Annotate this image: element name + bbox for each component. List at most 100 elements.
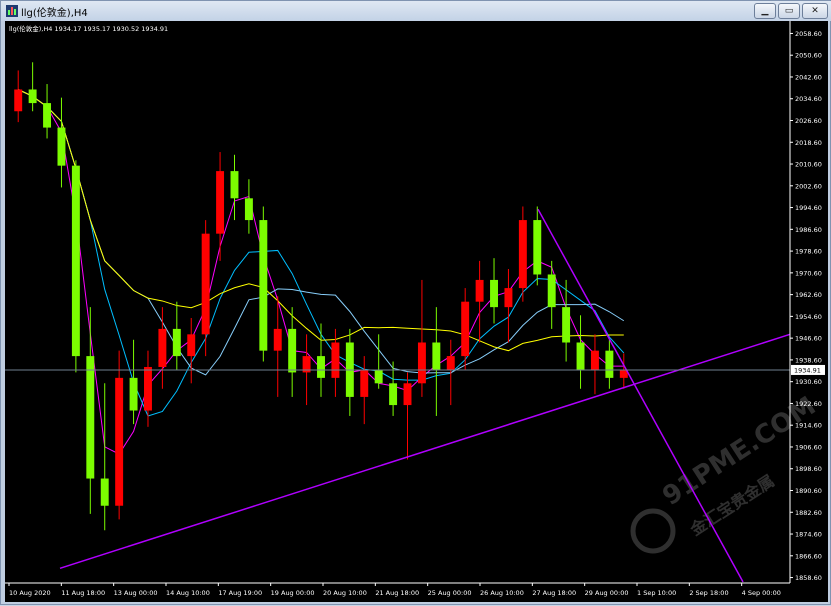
candle-body [432, 342, 441, 370]
candle-body [518, 220, 527, 289]
time-tick-label: 4 Sep 00:00 [742, 589, 781, 597]
time-tick-label: 14 Aug 10:00 [166, 589, 210, 597]
price-axis[interactable]: 2058.60 2050.60 2042.60 2034.60 2026.60 2018.… [789, 21, 822, 583]
candle-body [461, 301, 470, 357]
candle-body [331, 342, 340, 378]
price-tick-label: 1906.60 [795, 443, 822, 451]
price-tick-label: 1946.60 [795, 335, 822, 343]
candle-body [28, 89, 37, 104]
candle-body [605, 350, 614, 378]
time-tick-label: 13 Aug 00:00 [114, 589, 158, 597]
candle-body [273, 328, 282, 351]
time-tick-label: 10 Aug 2020 [9, 589, 51, 597]
price-tick-label: 2042.60 [795, 73, 822, 81]
ma-slow-line [17, 89, 624, 352]
price-tick-label: 1930.60 [795, 378, 822, 386]
price-tick-label: 2050.60 [795, 52, 822, 60]
title-bar[interactable]: llg(伦敦金),H4 ▁ ▭ ✕ [1, 1, 831, 21]
price-chart[interactable]: 91PME.COM 金汇宝贵金属 2058.60 2050.60 2042.60 20… [5, 21, 828, 602]
watermark: 91PME.COM 金汇宝贵金属 [630, 391, 821, 554]
candle-body [57, 127, 66, 166]
price-tick-label: 1978.60 [795, 248, 822, 256]
time-tick-label: 26 Aug 10:00 [480, 589, 524, 597]
candle-body [259, 220, 268, 351]
time-axis[interactable]: 10 Aug 2020 11 Aug 18:00 13 Aug 00:00 14 Au… [5, 582, 790, 597]
candle-body [475, 279, 484, 302]
candle-body [562, 307, 571, 343]
price-tick-label: 1914.60 [795, 422, 822, 430]
minimize-button[interactable]: ▁ [754, 3, 776, 19]
candle-body [446, 356, 455, 370]
candle-body [216, 171, 225, 234]
candle-body [317, 356, 325, 378]
trendlines[interactable] [59, 208, 791, 583]
price-tick-label: 1882.60 [795, 509, 822, 517]
price-tick-label: 1986.60 [795, 226, 822, 234]
price-tick-label: 1922.60 [795, 400, 822, 408]
candle-body [490, 279, 498, 308]
candle-body [201, 233, 210, 335]
watermark-logo-icon [630, 508, 676, 554]
candle-body [417, 342, 426, 384]
ma-fast-line [17, 89, 624, 455]
price-tick-label: 1962.60 [795, 291, 822, 299]
price-tick-label: 2010.60 [795, 161, 822, 169]
candle-body [504, 288, 513, 308]
window-title: llg(伦敦金),H4 [21, 8, 88, 19]
candle-body [172, 328, 181, 357]
candle-body [187, 334, 196, 357]
candle-body [129, 377, 138, 411]
moving-averages [17, 89, 625, 455]
price-tick-label: 1874.60 [795, 531, 822, 539]
time-tick-label: 1 Sep 10:00 [637, 589, 676, 597]
time-tick-label: 11 Aug 18:00 [61, 589, 105, 597]
time-tick-label: 20 Aug 10:00 [323, 589, 367, 597]
chart-window-icon [6, 5, 18, 17]
candle-body [244, 198, 253, 221]
candle-body [590, 350, 599, 370]
price-tick-label: 2018.60 [795, 139, 822, 147]
price-tick-label: 1970.60 [795, 269, 822, 277]
candle-body [144, 366, 152, 411]
price-tick-label: 1890.60 [795, 487, 822, 495]
symbol-info-line: llg(伦敦金),H4 1934.17 1935.17 1930.52 1934… [9, 24, 168, 33]
time-tick-label: 19 Aug 00:00 [271, 589, 315, 597]
time-tick-label: 2 Sep 18:00 [689, 589, 728, 597]
candle-body [374, 369, 383, 384]
restore-button[interactable]: ▭ [778, 3, 800, 19]
price-tick-label: 2026.60 [795, 117, 822, 125]
candle-body [86, 356, 95, 479]
price-tick-label: 2002.60 [795, 182, 822, 190]
price-tick-label: 2034.60 [795, 95, 822, 103]
time-tick-label: 25 Aug 00:00 [428, 589, 472, 597]
candle-body [360, 369, 369, 397]
candle-body [43, 103, 52, 128]
candle-body [14, 89, 23, 112]
chart-window: llg(伦敦金),H4 ▁ ▭ ✕ 91PME.COM 金汇宝贵金属 2058.… [0, 0, 831, 605]
price-tick-label: 1994.60 [795, 204, 822, 212]
time-tick-label: 17 Aug 19:00 [218, 589, 262, 597]
price-tick-label: 1938.60 [795, 356, 822, 364]
price-tick-label: 1858.60 [795, 574, 822, 582]
candles [14, 62, 628, 531]
candle-body [100, 478, 109, 506]
candle-body [71, 165, 80, 357]
current-price-label: 1934.91 [794, 366, 821, 374]
resistance-trendline [537, 208, 744, 583]
candle-body [576, 342, 585, 370]
candle-body [158, 328, 167, 367]
time-tick-label: 27 Aug 18:00 [532, 589, 576, 597]
price-tick-label: 2058.60 [795, 30, 822, 38]
candle-body [403, 383, 412, 406]
time-tick-label: 29 Aug 00:00 [585, 589, 629, 597]
candle-body [533, 220, 542, 275]
price-tick-label: 1866.60 [795, 552, 822, 560]
candle-body [547, 274, 556, 308]
price-tick-label: 1954.60 [795, 313, 822, 321]
candle-body [288, 328, 297, 373]
close-button[interactable]: ✕ [802, 3, 828, 19]
price-label: 1934.91 [791, 364, 825, 375]
price-tick-label: 1898.60 [795, 465, 822, 473]
candlestick-chart-svg[interactable]: 91PME.COM 金汇宝贵金属 2058.602050.602042.6020… [5, 21, 828, 602]
candle-body [115, 377, 124, 506]
